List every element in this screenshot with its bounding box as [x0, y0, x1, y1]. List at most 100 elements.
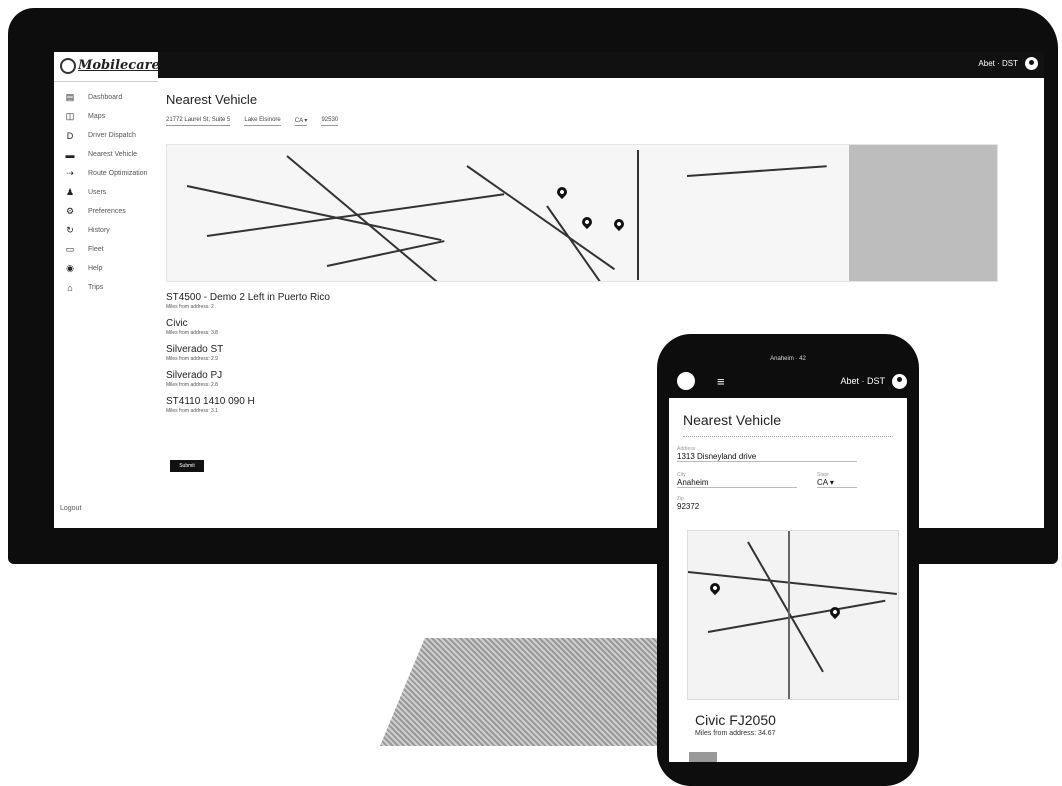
sidebar-item-label: Route Optimization	[88, 170, 148, 177]
sidebar-item[interactable]: ▭ Fleet	[54, 240, 158, 259]
user-menu[interactable]: Abet · DST	[978, 59, 1018, 68]
sidebar-item-label: Dashboard	[88, 94, 123, 101]
logout-link[interactable]: Logout	[60, 505, 81, 512]
map-terrain	[849, 145, 997, 281]
vehicle-distance: Miles from address: 2.8	[166, 382, 218, 388]
phone-vehicle-distance: Miles from address: 34.67	[695, 730, 776, 737]
vehicle-distance: Miles from address: 3.1	[166, 408, 218, 414]
account-icon[interactable]	[1025, 57, 1038, 70]
help-icon: ◉	[66, 263, 74, 273]
phone-vehicle-map[interactable]	[687, 530, 899, 700]
trips-icon: ⌂	[67, 282, 73, 293]
phone-address-field[interactable]: Address 1313 Disneyland drive	[677, 446, 857, 462]
sidebar-item[interactable]: ⚙ Preferences	[54, 202, 158, 221]
settings-icon: ⚙	[65, 206, 75, 216]
logo-text: Mobilecare	[78, 58, 160, 73]
page-title: Nearest Vehicle	[166, 92, 258, 107]
monitor-stand	[380, 638, 700, 746]
vehicle-name: Civic	[166, 318, 188, 329]
vehicle-distance: Miles from address: 3.8	[166, 330, 218, 336]
logo-icon	[60, 58, 76, 74]
phone-state-select[interactable]: State CA ▾	[817, 472, 857, 488]
phone-device: Anaheim · 42 ≡ Abet · DST Nearest Vehicl…	[657, 334, 919, 786]
phone-user-menu[interactable]: Abet · DST	[840, 376, 885, 386]
phone-vehicle-name[interactable]: Civic FJ2050	[695, 712, 776, 728]
sidebar-item[interactable]: D Driver Dispatch	[54, 126, 158, 145]
map-road	[466, 165, 616, 271]
fleet-icon: ▭	[65, 244, 75, 254]
sidebar-item[interactable]: ◫ Maps	[54, 107, 158, 126]
vehicle-map[interactable]	[166, 144, 998, 282]
vehicle-distance: Miles from address: 2.9	[166, 356, 218, 362]
sidebar-item[interactable]: ⌂ Trips	[54, 278, 158, 297]
phone-account-icon[interactable]	[892, 374, 907, 389]
phone-page-title: Nearest Vehicle	[683, 412, 782, 428]
address-form: 21772 Laurel St, Suite 5 Lake Elsinore C…	[166, 117, 1036, 126]
sidebar-item-label: Users	[88, 189, 107, 196]
address-value: 21772 Laurel St, Suite 5	[166, 117, 231, 123]
vehicle-list-item[interactable]: Silverado ST Miles from address: 2.9	[166, 344, 666, 362]
vehicle-name: ST4110 1410 090 H	[166, 396, 255, 407]
sidebar-item-label: Driver Dispatch	[88, 132, 136, 139]
phone-city-value: Anaheim	[677, 478, 709, 487]
sidebar-item[interactable]: ▤ Dashboard	[54, 88, 158, 107]
sidebar-item-label: Nearest Vehicle	[88, 151, 138, 158]
address-field[interactable]: 21772 Laurel St, Suite 5	[166, 117, 231, 126]
sidebar-item[interactable]: ↻ History	[54, 221, 158, 240]
phone-address-value: 1313 Disneyland drive	[677, 452, 757, 461]
vehicle-list-item[interactable]: Silverado PJ Miles from address: 2.8	[166, 370, 666, 388]
phone-status-bar: Anaheim · 42	[770, 356, 806, 362]
map-road	[686, 165, 827, 177]
map-pin-icon[interactable]	[554, 184, 570, 200]
phone-state-value: CA	[817, 478, 828, 487]
sidebar-item-label: Fleet	[88, 246, 104, 253]
sidebar: ▤ Dashboard ◫ Maps D Driver Dispatch ▬ Nearest …	[54, 88, 158, 297]
sidebar-item-label: Preferences	[88, 208, 126, 215]
sidebar-item[interactable]: ⇢ Route Optimization	[54, 164, 158, 183]
vehicle-name: Silverado PJ	[166, 370, 223, 381]
city-field[interactable]: Lake Elsinore	[244, 117, 281, 126]
map-pin-icon[interactable]	[707, 580, 723, 596]
phone-screen: Nearest Vehicle Address 1313 Disneyland …	[669, 398, 907, 762]
app-logo[interactable]: Mobilecare	[54, 52, 160, 82]
dashboard-icon: ▤	[65, 92, 75, 102]
sidebar-item[interactable]: ♟ Users	[54, 183, 158, 202]
main-content: Nearest Vehicle 21772 Laurel St, Suite 5…	[166, 92, 1036, 472]
vehicle-distance: Miles from address: 2	[166, 304, 214, 310]
map-road	[286, 155, 441, 281]
sidebar-item[interactable]: ◉ Help	[54, 259, 158, 278]
routes-icon: ⇢	[66, 168, 74, 178]
submit-button[interactable]: Submit	[170, 460, 204, 472]
map-road	[788, 531, 790, 699]
sidebar-item[interactable]: ▬ Nearest Vehicle	[54, 145, 158, 164]
vehicle-list: ST4500 - Demo 2 Left in Puerto Rico Miles…	[166, 292, 666, 422]
map-pin-icon[interactable]	[611, 216, 627, 232]
users-icon: ♟	[65, 187, 75, 197]
qr-code	[689, 752, 717, 762]
phone-zip-field[interactable]: Zip 92372	[677, 496, 737, 511]
sidebar-item-label: Help	[88, 265, 103, 272]
city-value: Lake Elsinore	[244, 117, 281, 123]
maps-icon: ◫	[65, 111, 75, 121]
sidebar-item-label: Trips	[88, 284, 104, 291]
top-bar: Abet · DST	[54, 52, 1044, 78]
vehicle-name: ST4500 - Demo 2 Left in Puerto Rico	[166, 292, 330, 303]
map-road	[747, 541, 824, 673]
phone-city-field[interactable]: City Anaheim	[677, 472, 797, 488]
map-pin-icon[interactable]	[579, 214, 595, 230]
state-select[interactable]: CA ▾	[294, 117, 308, 126]
sidebar-item-label: History	[88, 227, 110, 234]
phone-logo-icon[interactable]	[677, 372, 695, 390]
vehicle-list-item[interactable]: Civic Miles from address: 3.8	[166, 318, 666, 336]
map-road	[326, 240, 445, 267]
phone-zip-value: 92372	[677, 502, 700, 511]
zip-field[interactable]: 92530	[321, 117, 339, 126]
phone-header: ≡ Abet · DST	[657, 364, 919, 400]
vehicle-list-item[interactable]: ST4110 1410 090 H Miles from address: 3.1	[166, 396, 666, 414]
vehicle-icon: ▬	[65, 149, 75, 160]
map-road	[637, 150, 639, 280]
hamburger-menu-icon[interactable]: ≡	[717, 374, 725, 389]
vehicle-list-item[interactable]: ST4500 - Demo 2 Left in Puerto Rico Miles…	[166, 292, 666, 310]
dispatch-icon: D	[66, 130, 74, 141]
sidebar-item-label: Maps	[88, 113, 106, 120]
